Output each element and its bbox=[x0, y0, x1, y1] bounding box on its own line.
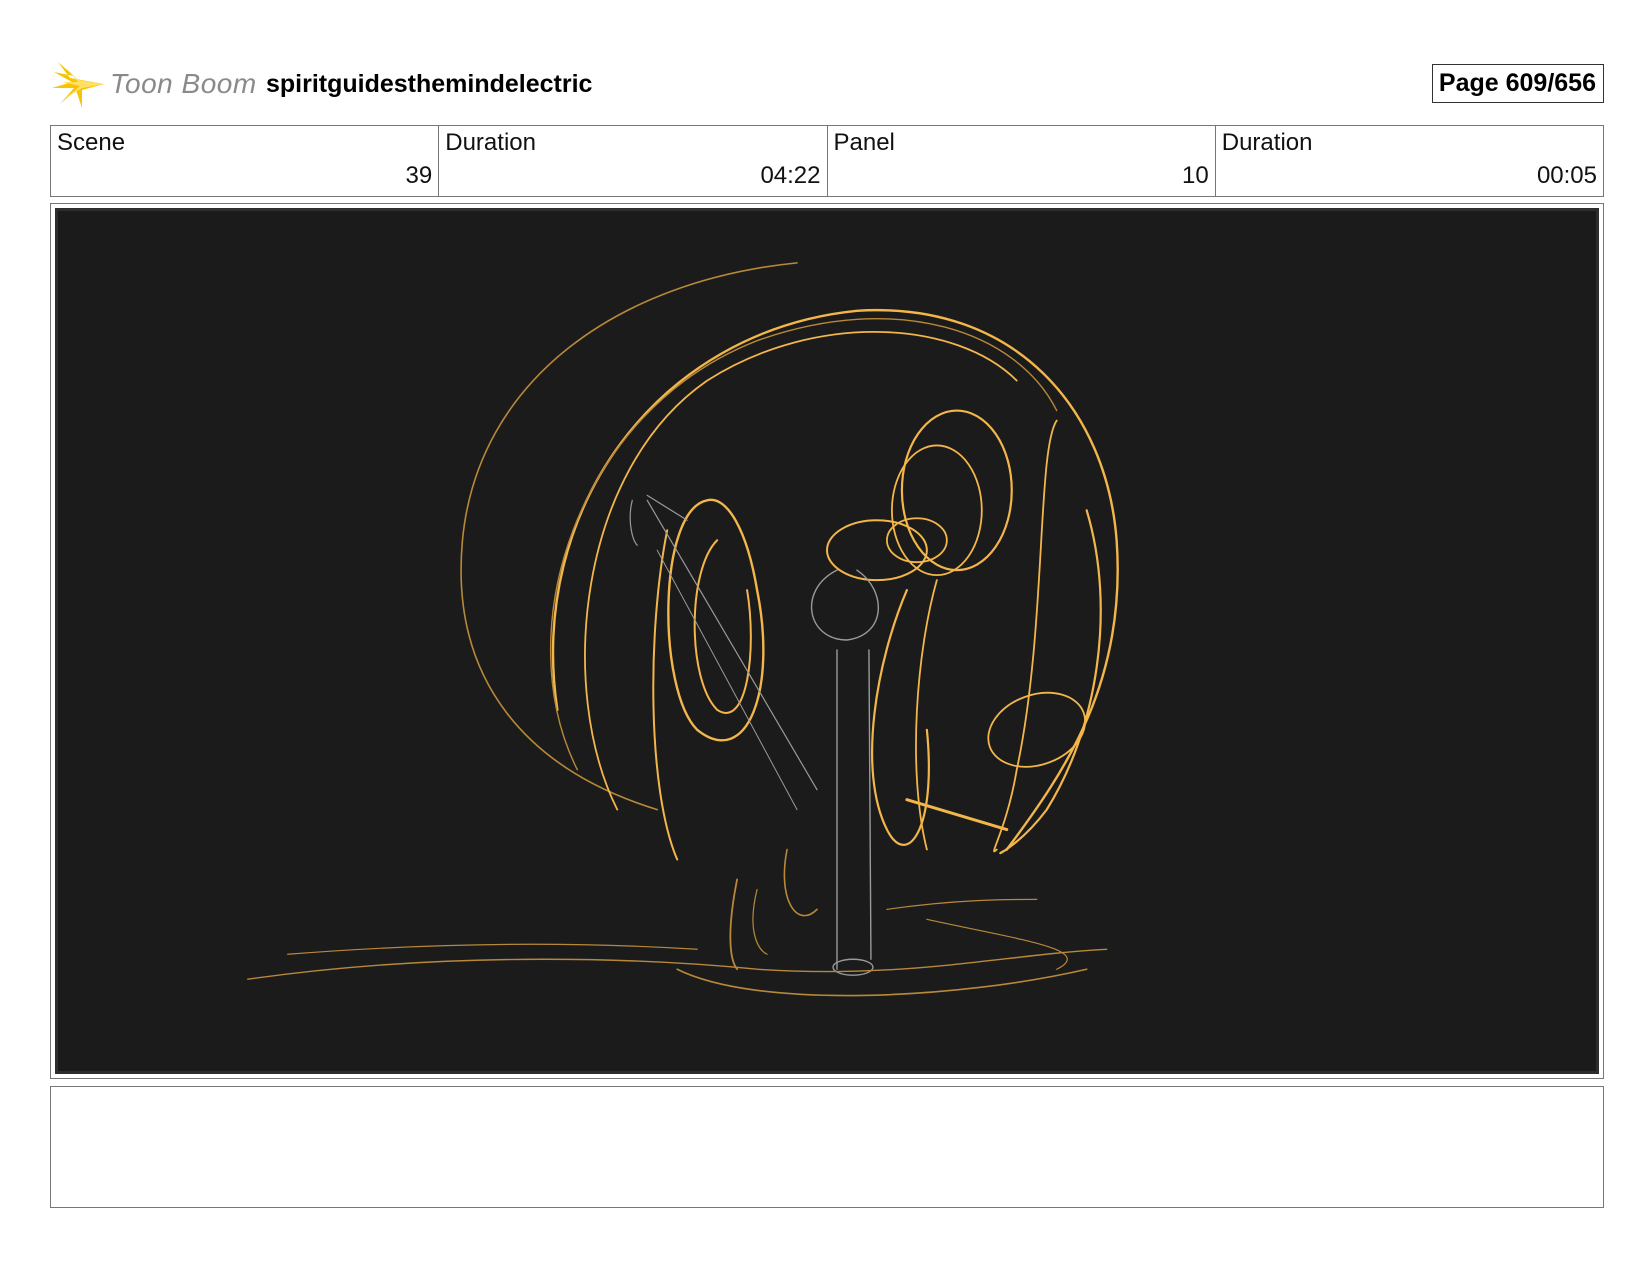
spine-circle bbox=[810, 569, 879, 641]
scene-duration-label: Duration bbox=[445, 129, 536, 156]
storyboard-panel-frame bbox=[50, 203, 1604, 1079]
storyboard-panel-image bbox=[55, 208, 1599, 1074]
guide-line-4 bbox=[646, 494, 688, 521]
right-eye-swirl-1 bbox=[900, 409, 1013, 572]
nose-stroke-1 bbox=[871, 589, 930, 846]
ground-line-2 bbox=[287, 943, 698, 955]
scene-info-table: Scene 39 Duration 04:22 Panel 10 Duratio… bbox=[50, 125, 1604, 197]
guide-line-3 bbox=[629, 499, 638, 546]
panel-duration-label: Duration bbox=[1221, 129, 1313, 156]
scene-cell: Scene 39 bbox=[51, 126, 440, 196]
right-cheek-2 bbox=[999, 509, 1102, 855]
toon-boom-logo: Toon Boom bbox=[52, 56, 256, 112]
head-outline-2 bbox=[550, 318, 1058, 771]
panel-notes-box bbox=[50, 1086, 1604, 1208]
left-eye-outer bbox=[667, 498, 765, 742]
ground-line-1 bbox=[247, 948, 1108, 980]
neck-line-2 bbox=[868, 649, 872, 960]
panel-value: 10 bbox=[1182, 162, 1209, 189]
right-eye-swirl-3 bbox=[826, 519, 928, 582]
panel-duration-value: 00:05 bbox=[1536, 162, 1597, 189]
chin-loop bbox=[987, 691, 1087, 768]
sketch-drawing bbox=[247, 262, 1119, 997]
starburst-icon bbox=[52, 62, 104, 108]
ground-line-4 bbox=[926, 918, 1068, 970]
page-header: Toon Boom spiritguidesthemindelectric Pa… bbox=[50, 56, 1604, 112]
scene-label: Scene bbox=[57, 129, 126, 156]
logo-text: Toon Boom bbox=[110, 68, 257, 99]
scene-value: 39 bbox=[405, 162, 433, 189]
left-eye-inner bbox=[693, 539, 752, 714]
panel-duration-cell: Duration 00:05 bbox=[1216, 126, 1603, 196]
panel-label: Panel bbox=[833, 129, 895, 156]
page-number: Page 609/656 bbox=[1431, 64, 1604, 103]
panel-cell: Panel 10 bbox=[828, 126, 1216, 196]
right-cheek-1 bbox=[993, 419, 1058, 853]
ground-line-3 bbox=[676, 968, 1088, 997]
guide-line-2 bbox=[656, 549, 798, 811]
scene-duration-value: 04:22 bbox=[760, 162, 821, 189]
neck-base bbox=[832, 958, 874, 976]
head-outline-main bbox=[551, 308, 1119, 851]
scene-duration-cell: Duration 04:22 bbox=[439, 126, 828, 196]
drip-1 bbox=[729, 878, 739, 971]
ground-line-5 bbox=[886, 898, 1038, 910]
drip-3 bbox=[752, 888, 768, 955]
drip-2 bbox=[783, 848, 818, 917]
project-title: spiritguidesthemindelectric bbox=[266, 70, 593, 98]
guide-line-1 bbox=[646, 499, 818, 791]
